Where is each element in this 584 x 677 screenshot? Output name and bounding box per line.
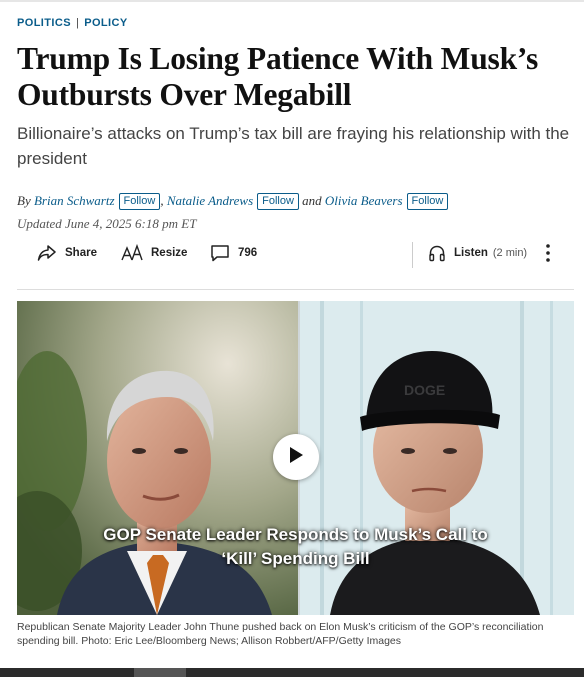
more-vertical-icon: [544, 243, 552, 263]
comment-icon: [210, 244, 230, 262]
article-toolbar: Share Resize 796 Listen (2 min): [17, 240, 574, 270]
article-dek: Billionaire’s attacks on Trump’s tax bil…: [17, 124, 570, 168]
follow-button-natalie-andrews[interactable]: Follow: [257, 193, 299, 210]
breadcrumb: POLITICS | POLICY: [17, 17, 128, 29]
video-title[interactable]: GOP Senate Leader Responds to Musk’s Cal…: [17, 523, 574, 571]
breadcrumb-politics[interactable]: POLITICS: [17, 17, 71, 29]
cap-logo: DOGE: [404, 382, 445, 398]
comment-count: 796: [238, 247, 258, 259]
updated-timestamp: Updated June 4, 2025 6:18 pm ET: [17, 216, 197, 231]
follow-button-brian-schwartz[interactable]: Follow: [118, 193, 161, 210]
comments-button[interactable]: 796: [210, 244, 257, 262]
play-button[interactable]: [273, 434, 319, 480]
resize-text-icon: [121, 244, 143, 262]
byline-prefix: By: [17, 193, 31, 208]
byline-and: and: [302, 193, 322, 208]
top-rule: [0, 0, 584, 2]
bottom-scroll-bar[interactable]: [0, 668, 584, 677]
photo-caption: Republican Senate Majority Leader John T…: [17, 621, 544, 647]
listen-duration: (2 min): [492, 247, 528, 259]
breadcrumb-separator: |: [75, 17, 80, 29]
author-link-brian-schwartz[interactable]: Brian Schwartz: [34, 193, 115, 208]
resize-button[interactable]: Resize: [121, 244, 187, 262]
video-title-line-1: GOP Senate Leader Responds to Musk’s Cal…: [103, 525, 488, 544]
share-label: Share: [65, 247, 97, 259]
follow-button-olivia-beavers[interactable]: Follow: [406, 193, 449, 210]
video-player[interactable]: DOGE GOP Senate Leader Responds to Musk’…: [17, 301, 574, 615]
section-divider: [17, 289, 574, 290]
share-button[interactable]: Share: [37, 244, 97, 262]
video-title-line-2: ‘Kill’ Spending Bill: [221, 549, 370, 568]
headphones-icon: [428, 244, 446, 262]
resize-label: Resize: [151, 247, 188, 259]
breadcrumb-policy[interactable]: POLICY: [84, 17, 127, 29]
play-icon: [288, 446, 304, 469]
toolbar-divider: [412, 242, 413, 268]
listen-label: Listen: [454, 247, 488, 259]
listen-button[interactable]: Listen (2 min): [428, 244, 527, 262]
byline-comma: ,: [160, 193, 164, 208]
scroll-thumb[interactable]: [134, 668, 186, 677]
article-headline: Trump Is Losing Patience With Musk’s Out…: [17, 41, 539, 112]
author-link-olivia-beavers[interactable]: Olivia Beavers: [325, 193, 403, 208]
more-options-button[interactable]: [544, 243, 552, 263]
author-link-natalie-andrews[interactable]: Natalie Andrews: [167, 193, 253, 208]
byline: By Brian Schwartz Follow, Natalie Andrews…: [17, 193, 449, 210]
share-icon: [37, 244, 57, 262]
